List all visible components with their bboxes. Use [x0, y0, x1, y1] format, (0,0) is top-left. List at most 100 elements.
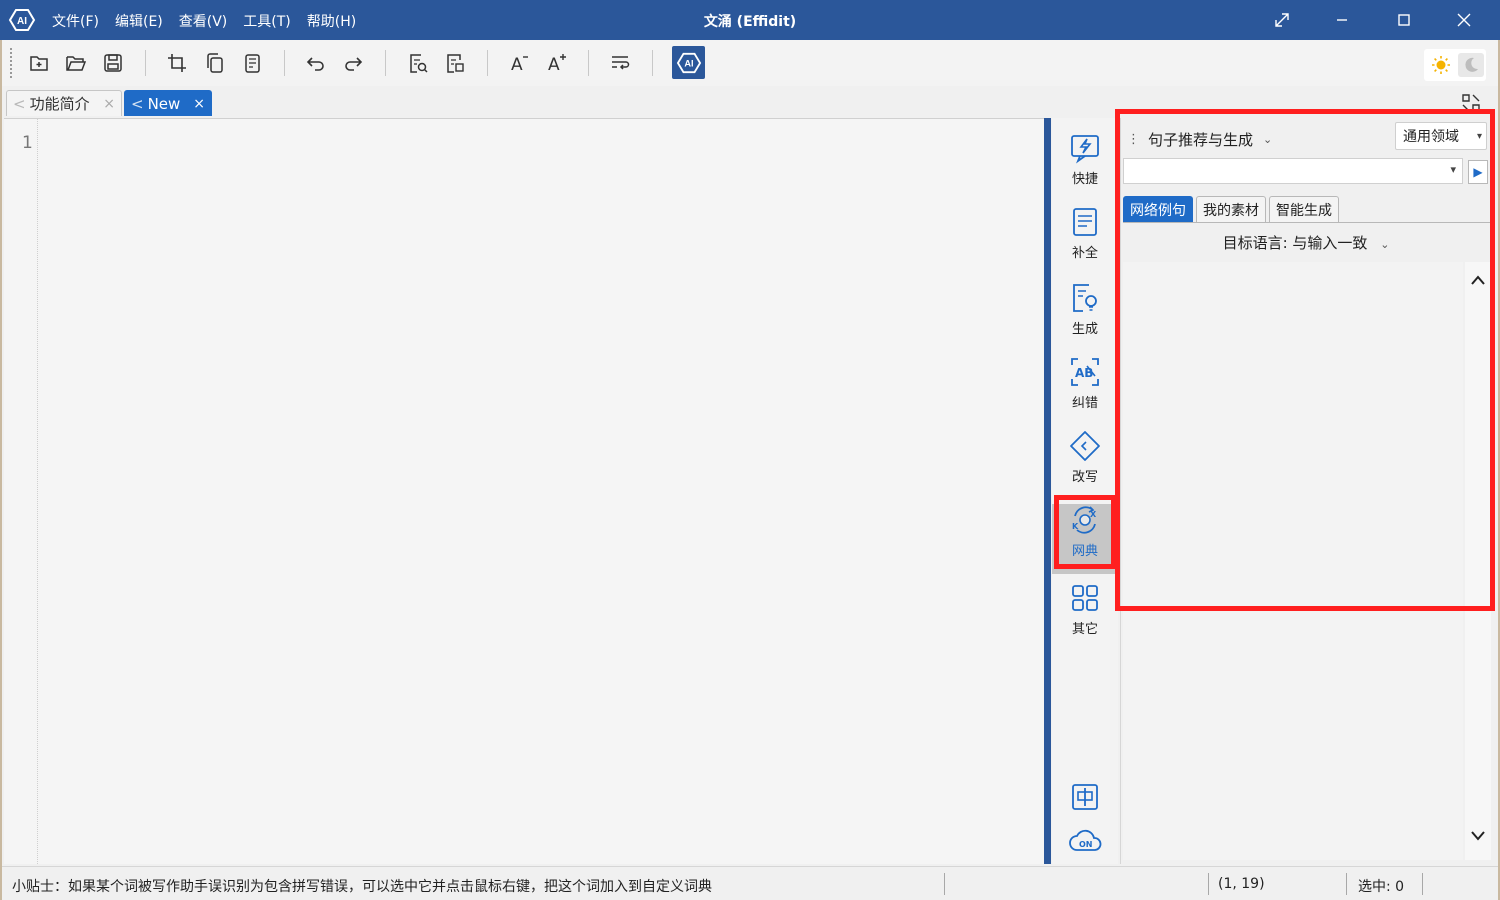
light-theme-option[interactable]	[1428, 53, 1454, 77]
tab-new[interactable]: < New ×	[124, 90, 212, 116]
chevron-down-icon[interactable]: ▾	[1450, 163, 1456, 176]
open-file-button[interactable]	[62, 49, 90, 77]
status-bar: 小贴士：如果某个词被写作助手误识别为包含拼写错误，可以选中它并点击鼠标右键，把这…	[0, 866, 1500, 900]
scroll-up-icon[interactable]	[1470, 274, 1486, 286]
scroll-down-icon[interactable]	[1470, 830, 1486, 842]
results-list	[1123, 262, 1463, 860]
save-icon	[104, 54, 122, 72]
target-language-selector[interactable]: 目标语言: 与输入一致 ⌄	[1121, 232, 1491, 253]
sidebar-item-label: 其它	[1071, 622, 1098, 637]
word-wrap-icon	[612, 56, 630, 70]
cut-button[interactable]	[163, 49, 191, 77]
sidebar-item-label: 生成	[1071, 322, 1098, 337]
sidebar-item-label: 快捷	[1071, 172, 1098, 187]
folder-open-icon	[66, 56, 87, 71]
decrease-font-button[interactable]: A	[505, 49, 533, 77]
expand-icon	[1275, 13, 1289, 27]
replace-button[interactable]	[441, 49, 469, 77]
svg-text:AB: AB	[1075, 366, 1093, 380]
theme-toggle[interactable]	[1424, 49, 1486, 81]
line-number: 1	[22, 133, 33, 153]
new-file-button[interactable]	[25, 49, 53, 77]
sidebar-item-complete[interactable]: 补全	[1052, 206, 1118, 276]
sidebar-item-label: 纠错	[1071, 396, 1098, 411]
svg-text:A: A	[548, 55, 560, 74]
tab-web-examples[interactable]: 网络例句	[1123, 196, 1193, 222]
chinese-mode-button[interactable]	[1068, 780, 1102, 814]
tab-intro[interactable]: < 功能简介 ×	[6, 90, 122, 116]
maximize-icon	[1398, 14, 1410, 26]
cursor-position: (1, 19)	[1218, 876, 1265, 892]
editor-divider[interactable]	[1044, 118, 1051, 864]
chevron-down-icon: ▾	[1476, 130, 1482, 142]
sidebar-item-wangdian[interactable]: XK 网典	[1052, 504, 1118, 574]
undo-button[interactable]	[302, 49, 330, 77]
text-editor[interactable]: 1	[4, 118, 1044, 864]
redo-button[interactable]	[339, 49, 367, 77]
sentence-panel: ⋮ 句子推荐与生成 ⌄ 通用领域 ▾ ▾ ▶ 网络例句 我的素材 智能生成 目标…	[1120, 118, 1496, 864]
menu-help[interactable]: 帮助(H)	[307, 11, 356, 31]
feature-sidebar: 快捷 补全 生成 AB 纠错 改写 XK 网典 其它 ON	[1052, 118, 1118, 864]
paste-button[interactable]	[238, 49, 266, 77]
find-icon	[410, 54, 428, 73]
svg-text:AI: AI	[684, 58, 693, 68]
panel-title[interactable]: 句子推荐与生成	[1148, 129, 1253, 150]
toolbar-grip[interactable]	[10, 48, 13, 78]
menu-tools[interactable]: 工具(T)	[243, 11, 290, 31]
toolbar: A A AI	[0, 40, 1500, 86]
save-button[interactable]	[99, 49, 127, 77]
tab-my-materials[interactable]: 我的素材	[1196, 196, 1266, 222]
chevron-down-icon[interactable]: ⌄	[1263, 133, 1272, 146]
minimize-icon	[1337, 19, 1347, 21]
menu-edit[interactable]: 编辑(E)	[115, 11, 163, 31]
ai-icon: AI	[676, 52, 701, 73]
close-button[interactable]	[1434, 0, 1494, 40]
find-button[interactable]	[404, 49, 432, 77]
new-file-icon	[30, 56, 48, 71]
chevron-down-icon: ⌄	[1380, 238, 1390, 251]
search-go-button[interactable]: ▶	[1468, 160, 1488, 184]
target-language-label: 目标语言:	[1222, 234, 1288, 252]
sidebar-item-rewrite[interactable]: 改写	[1052, 430, 1118, 500]
tab-label: New	[147, 94, 181, 113]
copy-button[interactable]	[201, 49, 229, 77]
results-scrollbar[interactable]	[1465, 262, 1491, 860]
menu-view[interactable]: 查看(V)	[179, 11, 228, 31]
ai-assistant-button[interactable]: AI	[672, 46, 705, 79]
crop-icon	[168, 54, 186, 72]
window-frame	[0, 40, 2, 900]
minimize-button[interactable]	[1312, 0, 1372, 40]
svg-text:K: K	[1072, 522, 1079, 531]
toolbar-separator	[487, 50, 488, 76]
query-input[interactable]: ▾	[1123, 158, 1463, 184]
cloud-sync-button[interactable]: ON	[1068, 824, 1102, 858]
document-tabs: < 功能简介 × < New ×	[0, 88, 1500, 116]
app-logo-icon: AI	[8, 9, 36, 31]
word-wrap-button[interactable]	[606, 49, 634, 77]
split-view-button[interactable]	[1460, 92, 1482, 114]
document-list-icon	[1073, 208, 1097, 236]
sidebar-item-generate[interactable]: 生成	[1052, 282, 1118, 352]
domain-select[interactable]: 通用领域 ▾	[1395, 122, 1487, 150]
sentence-search-icon: XK	[1072, 506, 1097, 534]
domain-value: 通用领域	[1403, 129, 1459, 145]
tab-close-icon[interactable]: ×	[103, 96, 115, 112]
sidebar-item-quick[interactable]: 快捷	[1052, 132, 1118, 202]
fullscreen-button[interactable]	[1252, 0, 1312, 40]
menu-file[interactable]: 文件(F)	[52, 11, 99, 31]
spellcheck-icon: AB	[1071, 358, 1099, 386]
status-separator	[1346, 873, 1347, 895]
toolbar-separator	[145, 50, 146, 76]
sun-icon	[1432, 56, 1450, 74]
sidebar-item-correct[interactable]: AB 纠错	[1052, 356, 1118, 426]
play-arrow-icon: ▶	[1473, 165, 1483, 179]
tab-close-icon[interactable]: ×	[193, 96, 205, 112]
maximize-button[interactable]	[1374, 0, 1434, 40]
tab-smart-generate[interactable]: 智能生成	[1269, 196, 1339, 222]
drag-handle-icon[interactable]: ⋮	[1127, 132, 1140, 147]
title-bar: AI 文件(F) 编辑(E) 查看(V) 工具(T) 帮助(H) 文涌 (Eff…	[0, 0, 1500, 40]
dark-theme-option[interactable]	[1458, 53, 1484, 77]
font-decrease-icon: A	[511, 55, 528, 74]
sidebar-item-other[interactable]: 其它	[1052, 582, 1118, 652]
increase-font-button[interactable]: A	[542, 49, 570, 77]
